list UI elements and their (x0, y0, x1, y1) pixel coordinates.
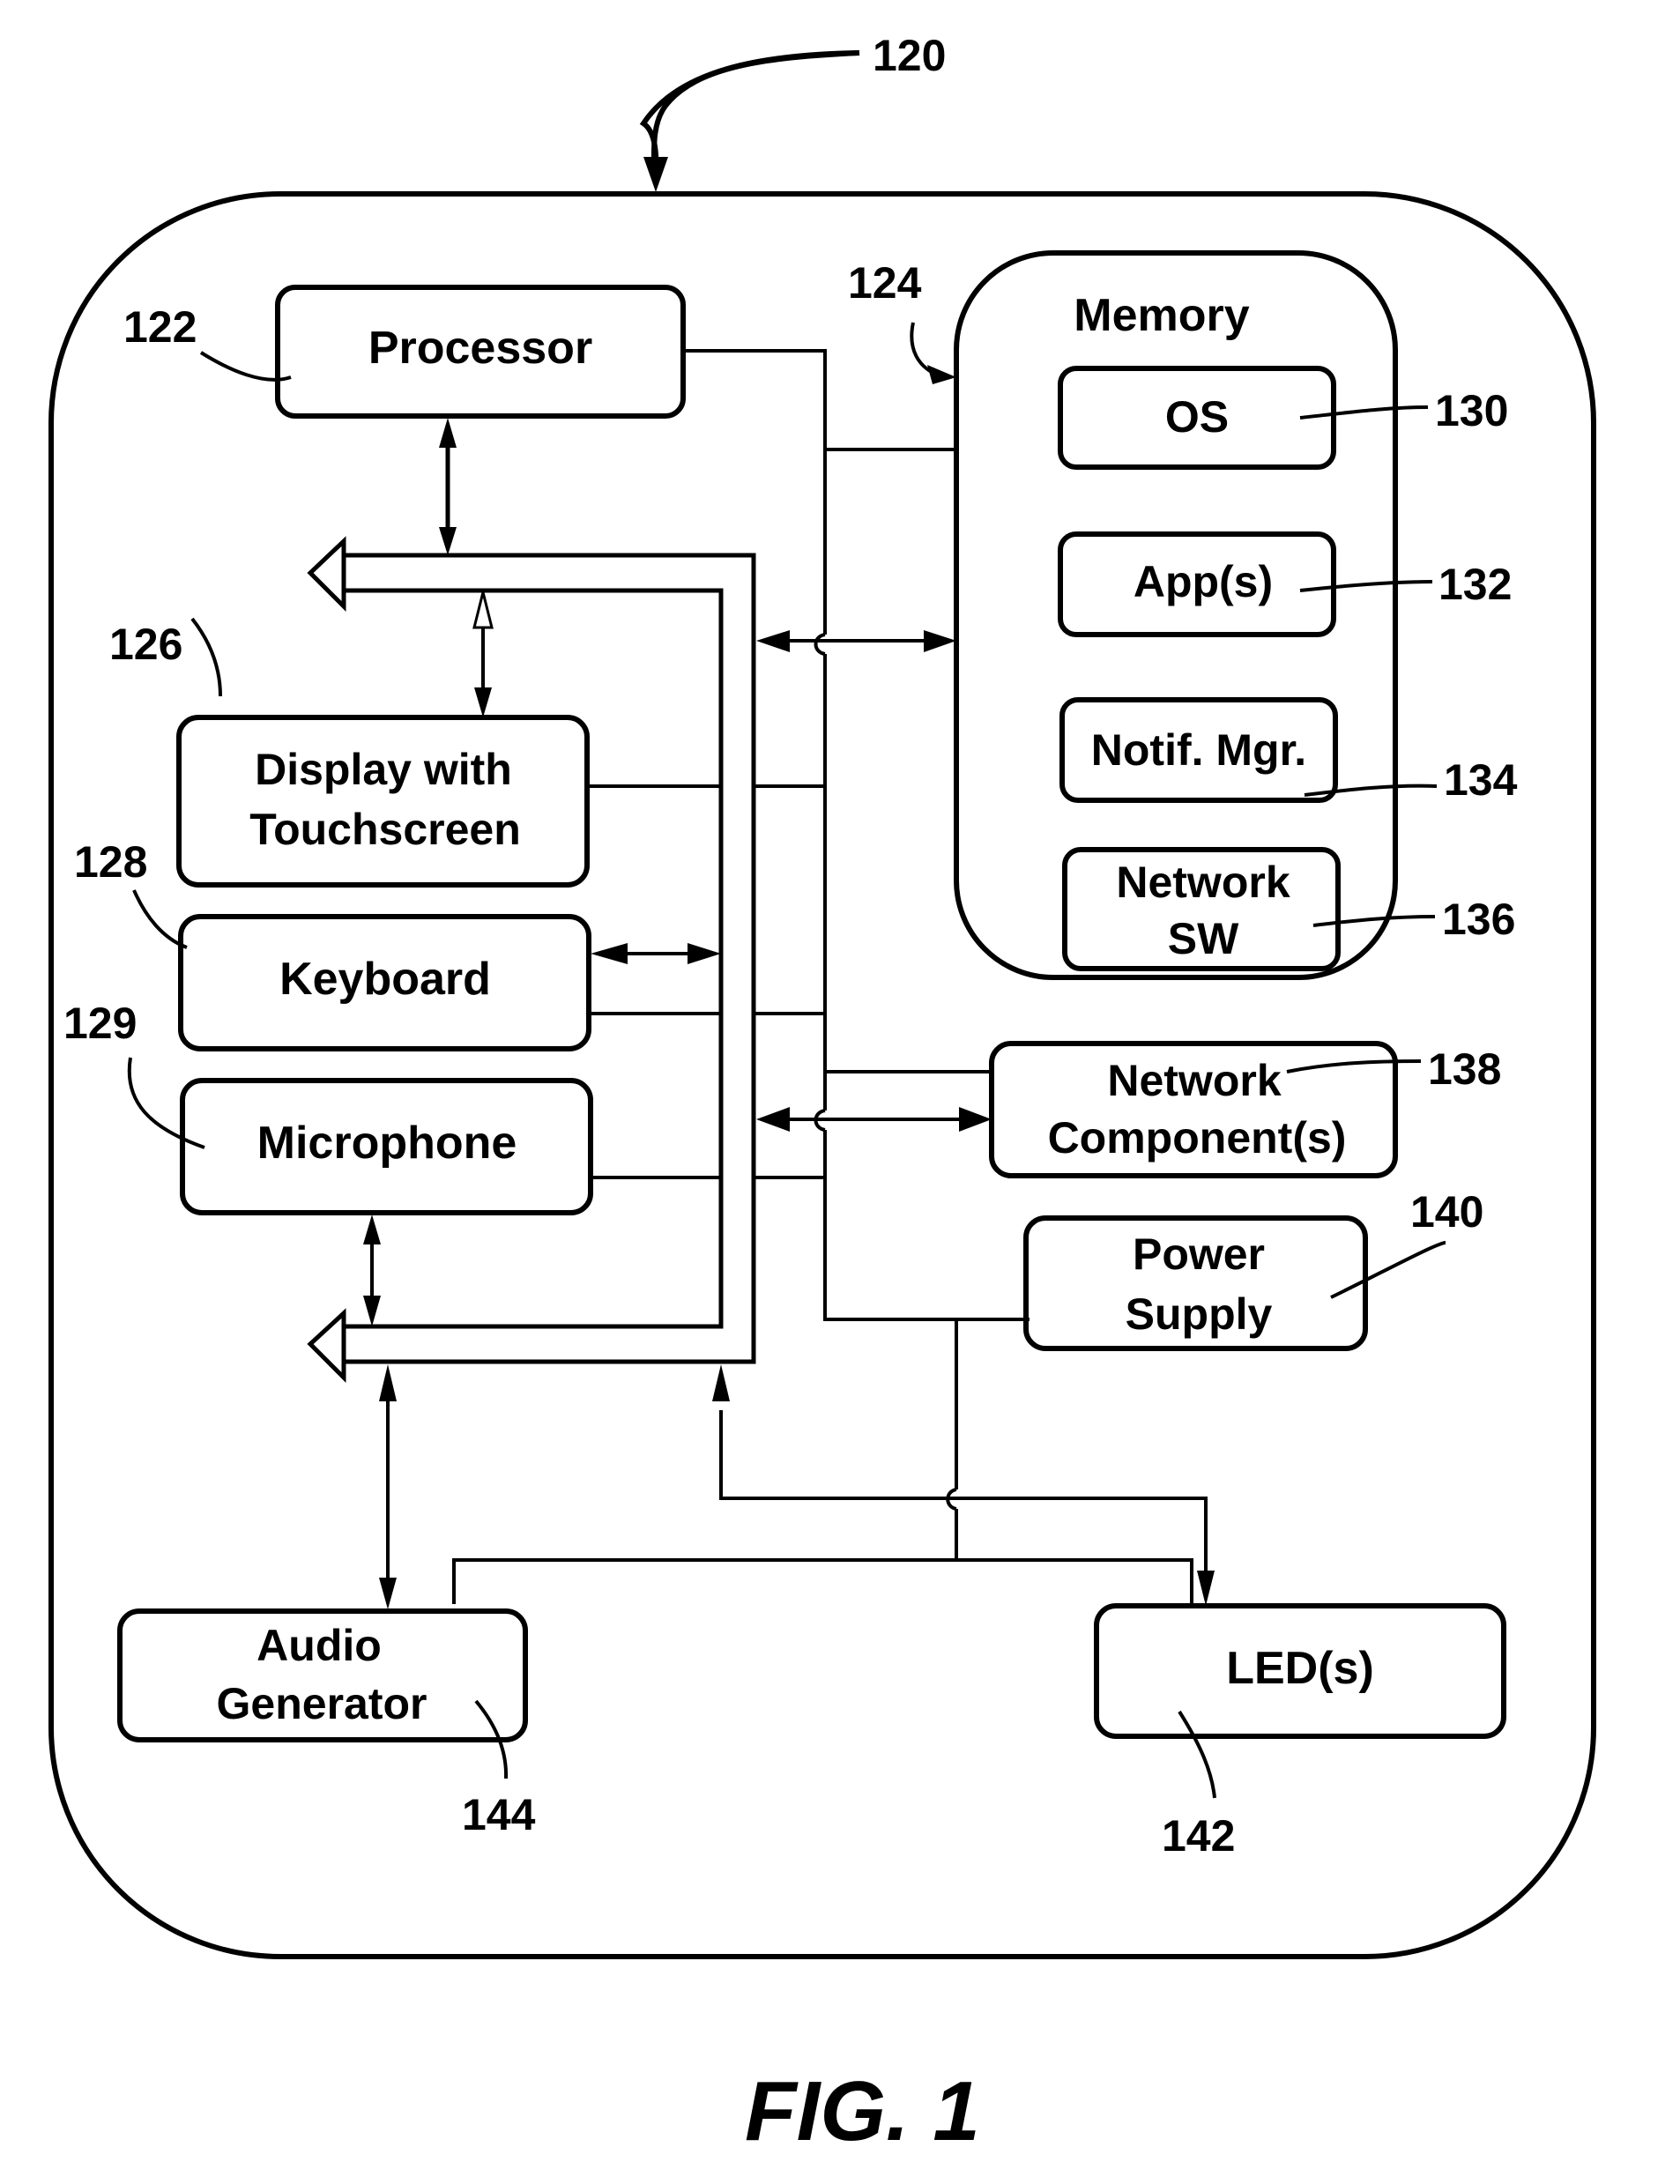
power-supply-label-2: Supply (1126, 1289, 1273, 1339)
arrowhead-icon (712, 1364, 730, 1401)
microphone-leader (127, 1057, 205, 1149)
arrowhead-icon (439, 418, 457, 448)
display-label-1: Display with (255, 745, 512, 794)
arrowhead-icon (927, 365, 956, 384)
os-leader (1299, 405, 1429, 420)
figure-caption: FIG. 1 (745, 2064, 980, 2158)
display-leader (190, 617, 222, 697)
arrowhead-icon (379, 1364, 397, 1401)
led-control-line (719, 1410, 1208, 1578)
leds-ref: 142 (1162, 1811, 1235, 1861)
notif-mgr-leader (1304, 784, 1438, 797)
arrowhead-icon (474, 687, 492, 717)
network-components-ref: 138 (1428, 1044, 1501, 1094)
device-ref-leader (639, 50, 860, 177)
device-ref-leader (650, 50, 860, 168)
bus-arrow-top (307, 536, 346, 613)
wire-jump (814, 633, 826, 656)
memory-label: Memory (1074, 290, 1249, 341)
apps-ref: 132 (1438, 560, 1512, 609)
bus-arrow-bottom (307, 1308, 346, 1384)
network-components-label-1: Network (1107, 1056, 1281, 1105)
memory-ref: 124 (848, 258, 922, 308)
arrowhead-icon (756, 630, 790, 652)
arrowhead-icon (379, 1578, 397, 1609)
microphone-label: Microphone (257, 1118, 517, 1169)
arrowhead-icon (688, 943, 721, 964)
processor-block: Processor (275, 285, 686, 419)
arrowhead-icon (439, 527, 457, 555)
audio-generator-label-2: Generator (217, 1679, 427, 1728)
network-sw-label-2: SW (1168, 914, 1239, 963)
arrowhead-icon (363, 1296, 381, 1326)
os-label: OS (1165, 392, 1229, 442)
power-supply-leader (1330, 1241, 1446, 1299)
display-box (176, 715, 590, 888)
processor-label: Processor (368, 323, 592, 374)
notif-mgr-label: Notif. Mgr. (1091, 725, 1306, 775)
processor-ref: 122 (123, 302, 197, 352)
os-ref: 130 (1435, 386, 1508, 435)
apps-leader (1299, 580, 1433, 592)
arrowhead-icon (756, 1107, 790, 1132)
arrowhead-icon (959, 1107, 992, 1132)
power-supply-label-1: Power (1133, 1229, 1265, 1279)
memory-leader (910, 322, 944, 379)
arrowhead-icon (591, 943, 628, 964)
network-components-label-2: Component(s) (1048, 1113, 1347, 1163)
processor-control-line (683, 349, 1030, 1321)
device-ref: 120 (873, 31, 946, 80)
network-sw-leader (1312, 915, 1436, 927)
network-components-leader (1286, 1059, 1422, 1073)
arrowhead-icon (363, 1215, 381, 1244)
power-supply-ref: 140 (1410, 1187, 1483, 1237)
keyboard-label: Keyboard (279, 954, 491, 1005)
patent-diagram: 120 Processor 122 Memory 124 OS 130 App(… (48, 31, 1596, 2158)
arrowhead-icon (1197, 1571, 1215, 1606)
arrowhead-icon (643, 157, 668, 192)
leds-leader (1178, 1710, 1216, 1799)
leds-label: LED(s) (1226, 1643, 1374, 1694)
notif-mgr-ref: 134 (1444, 755, 1518, 805)
network-sw-label-1: Network (1116, 858, 1290, 907)
microphone-ref: 129 (63, 999, 137, 1048)
audio-generator-ref: 144 (462, 1790, 536, 1839)
display-ref: 126 (109, 620, 182, 669)
network-sw-ref: 136 (1442, 895, 1515, 944)
display-label-2: Touchscreen (249, 805, 521, 854)
keyboard-ref: 128 (74, 837, 147, 887)
arrowhead-icon (472, 591, 494, 629)
apps-label: App(s) (1134, 557, 1273, 606)
arrowhead-icon (924, 630, 956, 652)
audio-generator-label-1: Audio (256, 1621, 382, 1670)
power-distribution-line (452, 1558, 1193, 1604)
